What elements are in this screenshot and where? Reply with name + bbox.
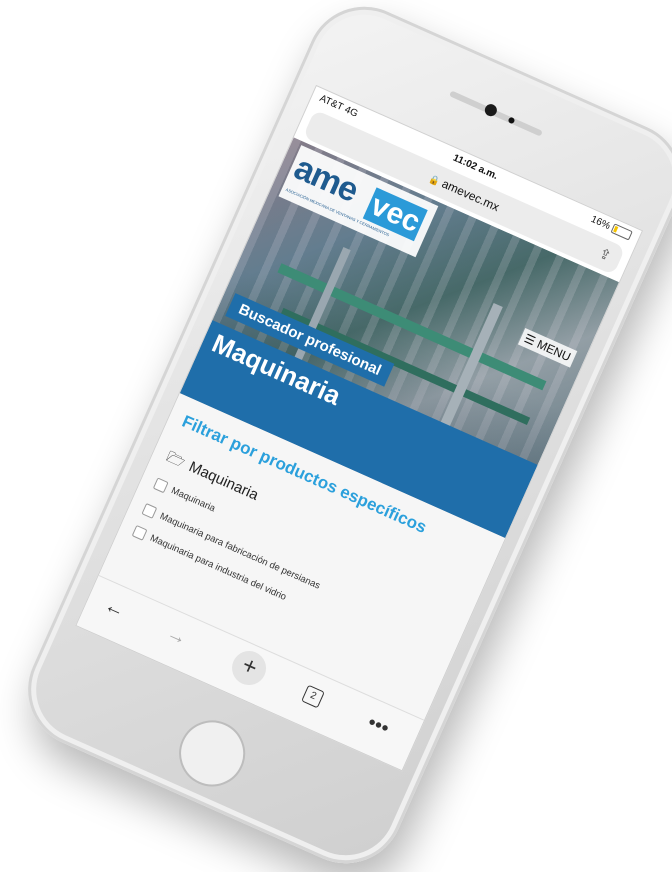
more-options-icon[interactable]: •••: [364, 711, 392, 741]
checkbox[interactable]: [152, 477, 169, 494]
stage: AT&T 4G 11:02 a.m. 16% 🔒amevec.mx ⇪ ame …: [0, 0, 672, 872]
battery-percent: 16%: [589, 213, 612, 233]
tabs-count-icon[interactable]: 2: [301, 684, 325, 709]
checkbox[interactable]: [131, 524, 148, 541]
forward-arrow-icon[interactable]: →: [163, 622, 190, 651]
iphone-device: AT&T 4G 11:02 a.m. 16% 🔒amevec.mx ⇪ ame …: [9, 0, 672, 872]
speaker-grille: [449, 90, 543, 137]
new-tab-plus-icon[interactable]: +: [226, 645, 272, 691]
lock-icon: 🔒: [427, 173, 442, 188]
home-button[interactable]: [168, 709, 256, 797]
back-arrow-icon[interactable]: ←: [101, 594, 128, 623]
folder-icon: 🗁: [163, 448, 188, 472]
hamburger-icon: ☰: [521, 331, 538, 349]
battery-icon: [610, 223, 633, 241]
checkbox[interactable]: [141, 502, 158, 519]
phone-screen: AT&T 4G 11:02 a.m. 16% 🔒amevec.mx ⇪ ame …: [75, 84, 644, 772]
